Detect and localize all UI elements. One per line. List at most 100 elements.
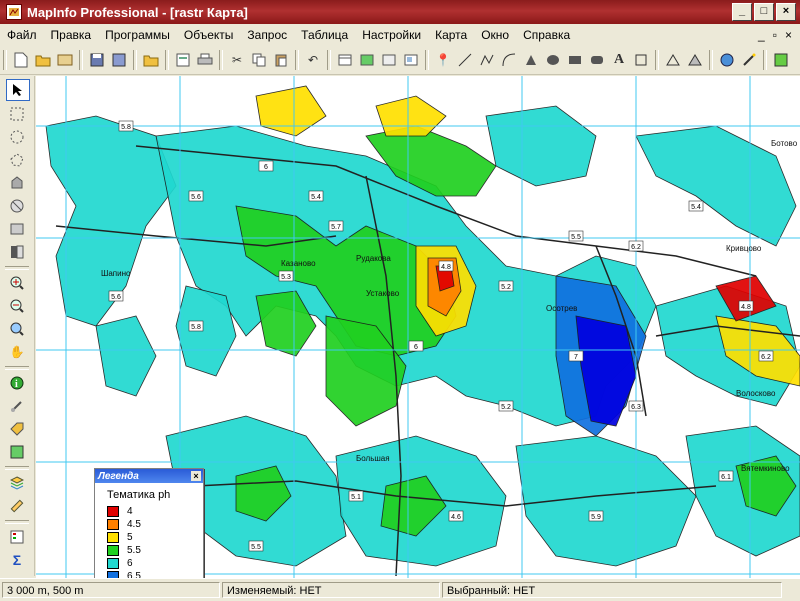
cut-icon[interactable]: ✂ xyxy=(228,51,246,69)
line-tool-icon[interactable] xyxy=(456,51,474,69)
menu-settings[interactable]: Настройки xyxy=(355,28,428,42)
polygon-tool-icon[interactable] xyxy=(522,51,540,69)
layer-control-icon[interactable] xyxy=(6,473,28,493)
save-copy-icon[interactable] xyxy=(110,51,128,69)
menu-programs[interactable]: Программы xyxy=(98,28,177,42)
text-tool-icon[interactable]: A xyxy=(610,51,628,69)
marquee-select-icon[interactable] xyxy=(6,104,28,124)
plot-ph-label: 5.3 xyxy=(281,274,291,281)
legend-window[interactable]: Легенда × Тематика ph 44.555.566.57 ◂▸ xyxy=(94,468,204,578)
plot-ph-label: 6 xyxy=(414,344,418,351)
settlement-label: Казаново xyxy=(281,259,316,268)
arc-tool-icon[interactable] xyxy=(500,51,518,69)
toolbar-separator xyxy=(133,50,137,70)
add-node-tool-icon[interactable] xyxy=(686,51,704,69)
print-icon[interactable] xyxy=(196,51,214,69)
show-legend-icon[interactable] xyxy=(6,527,28,547)
change-view-icon[interactable] xyxy=(6,319,28,339)
invert-selection-icon[interactable] xyxy=(6,242,28,262)
info-tool-icon[interactable]: i xyxy=(6,373,28,393)
close-button[interactable]: × xyxy=(776,3,796,21)
plot-ph-label: 6.3 xyxy=(631,404,641,411)
soil-ph-region xyxy=(95,315,157,397)
minimize-button[interactable]: _ xyxy=(732,3,752,21)
zoom-out-icon[interactable] xyxy=(6,296,28,316)
menu-window[interactable]: Окно xyxy=(474,28,516,42)
print-preview-icon[interactable] xyxy=(174,51,192,69)
menu-map[interactable]: Карта xyxy=(428,28,474,42)
open-folder-icon[interactable] xyxy=(34,51,52,69)
toolbar-separator xyxy=(709,50,713,70)
legend-title-bar[interactable]: Легенда × xyxy=(95,469,203,483)
radius-select-icon[interactable] xyxy=(6,127,28,147)
mapinfo-app-icon[interactable] xyxy=(6,4,22,20)
ruler-icon[interactable] xyxy=(6,496,28,516)
new-browser-icon[interactable] xyxy=(336,51,354,69)
rounded-rectangle-tool-icon[interactable] xyxy=(588,51,606,69)
select-arrow-icon[interactable] xyxy=(6,79,30,101)
globe-tool-icon[interactable] xyxy=(718,51,736,69)
legend-swatch xyxy=(107,545,119,556)
new-layout-icon[interactable] xyxy=(402,51,420,69)
grabber-hand-icon[interactable]: ✋ xyxy=(6,342,28,362)
mdi-minimize-button[interactable]: _ xyxy=(758,28,765,42)
reshape-tool-icon[interactable] xyxy=(664,51,682,69)
save-icon[interactable] xyxy=(88,51,106,69)
menu-objects[interactable]: Объекты xyxy=(177,28,241,42)
menu-file[interactable]: Файл xyxy=(0,28,44,42)
ellipse-tool-icon[interactable] xyxy=(544,51,562,69)
hotlink-tool-icon[interactable] xyxy=(6,396,28,416)
undo-icon[interactable]: ↶ xyxy=(304,51,322,69)
legend-item: 4 xyxy=(95,505,203,518)
maximize-button[interactable]: □ xyxy=(754,3,774,21)
toolbar-separator xyxy=(327,50,331,70)
new-grapher-icon[interactable] xyxy=(380,51,398,69)
svg-text:i: i xyxy=(15,379,18,390)
paste-icon[interactable] xyxy=(272,51,290,69)
boundary-select-icon[interactable] xyxy=(6,173,28,193)
plot-ph-label: 5.6 xyxy=(191,194,201,201)
new-document-icon[interactable] xyxy=(12,51,30,69)
polyline-tool-icon[interactable] xyxy=(478,51,496,69)
open-table-icon[interactable] xyxy=(142,51,160,69)
label-tool-icon[interactable] xyxy=(6,419,28,439)
rectangle-tool-icon[interactable] xyxy=(566,51,584,69)
menu-query[interactable]: Запрос xyxy=(240,28,294,42)
copy-icon[interactable] xyxy=(250,51,268,69)
mdi-close-button[interactable]: × xyxy=(785,28,792,42)
drag-map-window-icon[interactable] xyxy=(6,442,28,462)
unselect-all-icon[interactable] xyxy=(6,196,28,216)
legend-label: 6.5 xyxy=(127,571,141,578)
magic-wand-icon[interactable] xyxy=(740,51,758,69)
plot-ph-label: 6.2 xyxy=(761,354,771,361)
settlement-label: Шапино xyxy=(101,269,131,278)
graph-select-icon[interactable] xyxy=(6,219,28,239)
legend-label: 4.5 xyxy=(127,519,141,530)
frame-tool-icon[interactable] xyxy=(632,51,650,69)
menu-help[interactable]: Справка xyxy=(516,28,577,42)
toolbar-separator xyxy=(79,50,83,70)
polygon-select-icon[interactable] xyxy=(6,150,28,170)
open-workspace-icon[interactable] xyxy=(56,51,74,69)
statistics-icon[interactable]: Σ xyxy=(6,550,28,570)
plot-ph-label: 5.9 xyxy=(591,514,601,521)
map-window[interactable]: 5.8 5.6 6 5.4 4.8 5.2 5.5 6.2 5.7 5.3 7 6.3 5.1 4.6 5.… xyxy=(36,76,800,578)
plot-ph-label: 5.6 xyxy=(111,294,121,301)
toolbar-separator xyxy=(219,50,223,70)
plot-ph-label: 5.4 xyxy=(311,194,321,201)
legend-label: 5.5 xyxy=(127,545,141,556)
menu-table[interactable]: Таблица xyxy=(294,28,355,42)
new-mapper-icon[interactable] xyxy=(358,51,376,69)
mdi-restore-button[interactable]: ▫ xyxy=(773,28,777,42)
symbol-tool-icon[interactable]: 📍 xyxy=(434,51,452,69)
zoom-in-icon[interactable] xyxy=(6,273,28,293)
legend-close-button[interactable]: × xyxy=(191,471,201,481)
window-title: MapInfo Professional - [rastr Карта] xyxy=(27,4,248,20)
menu-edit[interactable]: Правка xyxy=(44,28,99,42)
legend-swatch xyxy=(107,506,119,517)
tool-manager-icon[interactable] xyxy=(772,51,790,69)
legend-label: 4 xyxy=(127,506,133,517)
plot-ph-label: 5.5 xyxy=(571,234,581,241)
menu-bar: Файл Правка Программы Объекты Запрос Таб… xyxy=(0,24,800,47)
legend-item: 5.5 xyxy=(95,544,203,557)
